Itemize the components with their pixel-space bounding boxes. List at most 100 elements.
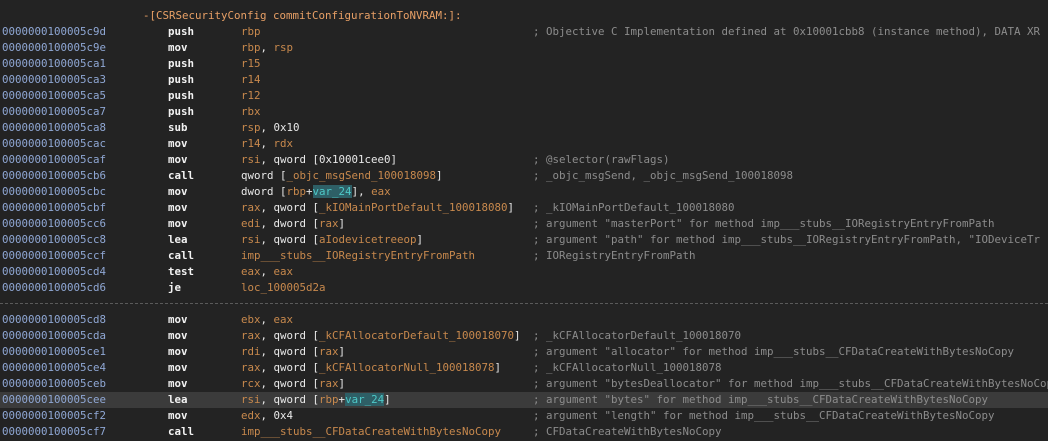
instruction-row[interactable]: 0000000100005ca5 push r12 bbox=[0, 88, 1048, 104]
operand-symbol-link[interactable]: aIodevicetreeop bbox=[319, 233, 417, 246]
operand-local-variable[interactable]: var_24 bbox=[312, 185, 352, 198]
instruction-address[interactable]: 0000000100005cc6 bbox=[2, 216, 106, 232]
instruction-row[interactable]: 0000000100005ce4 mov rax, qword [_kCFAlloc… bbox=[0, 360, 1048, 376]
operand-text: , qword [ bbox=[260, 201, 320, 214]
instruction-address[interactable]: 0000000100005cee bbox=[2, 392, 106, 408]
instruction-address[interactable]: 0000000100005cd4 bbox=[2, 264, 106, 280]
instruction-address[interactable]: 0000000100005ce4 bbox=[2, 360, 106, 376]
instruction-address[interactable]: 0000000100005cb6 bbox=[2, 168, 106, 184]
instruction-address[interactable]: 0000000100005ca7 bbox=[2, 104, 106, 120]
instruction-row[interactable]: 0000000100005ca1 push r15 bbox=[0, 56, 1048, 72]
instruction-mnemonic: mov bbox=[168, 153, 188, 166]
instruction-mnemonic: mov bbox=[168, 409, 188, 422]
instruction-address[interactable]: 0000000100005cbc bbox=[2, 184, 106, 200]
instruction-address[interactable]: 0000000100005ca3 bbox=[2, 72, 106, 88]
instruction-operands: ebx, eax bbox=[241, 312, 293, 328]
instruction-address[interactable]: 0000000100005c9e bbox=[2, 40, 106, 56]
instruction-mnemonic: mov bbox=[168, 185, 188, 198]
instruction-row-selected[interactable]: 0000000100005cee lea rsi, qword [rbp+var_2… bbox=[0, 392, 1048, 408]
instruction-address[interactable]: 0000000100005cc8 bbox=[2, 232, 106, 248]
operand-text: , qword [ bbox=[260, 345, 320, 358]
operand-symbol-link[interactable]: imp___stubs__IORegistryEntryFromPath bbox=[241, 249, 475, 262]
instruction-operands: dword [rbp+var_24], eax bbox=[241, 184, 391, 200]
instruction-row[interactable]: 0000000100005cd8 mov ebx, eax bbox=[0, 312, 1048, 328]
instruction-operands: rsi, qword [aIodevicetreeop] bbox=[241, 232, 423, 248]
instruction-row[interactable]: 0000000100005ca8 sub rsp, 0x10 bbox=[0, 120, 1048, 136]
instruction-address[interactable]: 0000000100005ccf bbox=[2, 248, 106, 264]
operand-text: , qword [ bbox=[260, 361, 320, 374]
instruction-row[interactable]: 0000000100005c9d push rbp ; Objective C Imp… bbox=[0, 24, 1048, 40]
instruction-address[interactable]: 0000000100005cbf bbox=[2, 200, 106, 216]
instruction-row[interactable]: 0000000100005ceb mov rcx, qword [rax] ; arg… bbox=[0, 376, 1048, 392]
instruction-comment: ; argument "bytes" for method imp___stub… bbox=[533, 393, 989, 406]
instruction-mnemonic: push bbox=[168, 89, 195, 102]
instruction-mnemonic: call bbox=[168, 249, 195, 262]
operand-text: ] bbox=[384, 393, 391, 406]
operand-register: r14 bbox=[241, 137, 261, 150]
instruction-operands: r14, rdx bbox=[241, 136, 293, 152]
instruction-address[interactable]: 0000000100005ca1 bbox=[2, 56, 106, 72]
function-header-label[interactable]: -[CSRSecurityConfig commitConfigurationT… bbox=[143, 8, 462, 24]
operand-register: eax bbox=[273, 265, 294, 278]
operand-register: rax bbox=[319, 217, 339, 230]
instruction-address[interactable]: 0000000100005c9d bbox=[2, 24, 106, 40]
instruction-mnemonic: mov bbox=[168, 361, 188, 374]
instruction-mnemonic: test bbox=[168, 265, 195, 278]
instruction-operands: rax, qword [_kCFAllocatorDefault_1000180… bbox=[241, 328, 521, 344]
instruction-comment: ; _kIOMainPortDefault_100018080 bbox=[533, 201, 735, 214]
instruction-operands: rsi, qword [0x10001cee0] bbox=[241, 152, 397, 168]
operand-symbol-link[interactable]: _kCFAllocatorNull_100018078 bbox=[319, 361, 495, 374]
instruction-row[interactable]: 0000000100005cc8 lea rsi, qword [aIodevice… bbox=[0, 232, 1048, 248]
instruction-row[interactable]: 0000000100005cc6 mov edi, dword [rax] ; arg… bbox=[0, 216, 1048, 232]
instruction-row[interactable]: 0000000100005ce1 mov rdi, qword [rax] ; arg… bbox=[0, 344, 1048, 360]
operand-register: rcx bbox=[241, 377, 261, 390]
instruction-address[interactable]: 0000000100005ceb bbox=[2, 376, 106, 392]
disassembly-view[interactable]: -[CSRSecurityConfig commitConfigurationT… bbox=[0, 0, 1048, 441]
instruction-address[interactable]: 0000000100005caf bbox=[2, 152, 106, 168]
operand-symbol-link[interactable]: _kCFAllocatorDefault_100018070 bbox=[319, 329, 514, 342]
instruction-row[interactable]: 0000000100005cf2 mov edx, 0x4 ; argument "l… bbox=[0, 408, 1048, 424]
instruction-address[interactable]: 0000000100005cd8 bbox=[2, 312, 106, 328]
instruction-row[interactable]: 0000000100005cbc mov dword [rbp+var_24], e… bbox=[0, 184, 1048, 200]
instruction-row[interactable]: 0000000100005cda mov rax, qword [_kCFAlloc… bbox=[0, 328, 1048, 344]
instruction-row[interactable]: 0000000100005cac mov r14, rdx bbox=[0, 136, 1048, 152]
operand-symbol-link[interactable]: imp___stubs__CFDataCreateWithBytesNoCopy bbox=[241, 425, 501, 438]
instruction-mnemonic: mov bbox=[168, 345, 188, 358]
instruction-operands: r12 bbox=[241, 88, 261, 104]
instruction-row[interactable]: 0000000100005ccf call imp___stubs__IORegis… bbox=[0, 248, 1048, 264]
instruction-address[interactable]: 0000000100005cf2 bbox=[2, 408, 106, 424]
operand-text: ] bbox=[338, 377, 346, 390]
operand-register: rdi bbox=[241, 345, 261, 358]
instruction-address[interactable]: 0000000100005cf7 bbox=[2, 424, 106, 440]
instruction-operands: r15 bbox=[241, 56, 261, 72]
operand-register: rsp bbox=[273, 41, 294, 54]
operand-text: , bbox=[260, 137, 274, 150]
operand-symbol-link[interactable]: loc_100005d2a bbox=[241, 281, 326, 294]
instruction-comment: ; argument "length" for method imp___stu… bbox=[533, 409, 995, 422]
operand-register: eax bbox=[371, 185, 391, 198]
operand-symbol-link[interactable]: _kIOMainPortDefault_100018080 bbox=[319, 201, 508, 214]
operand-text: ] bbox=[494, 361, 502, 374]
instruction-address[interactable]: 0000000100005cda bbox=[2, 328, 106, 344]
instruction-row[interactable]: 0000000100005cd4 test eax, eax bbox=[0, 264, 1048, 280]
instruction-address[interactable]: 0000000100005cd6 bbox=[2, 280, 106, 296]
instruction-row[interactable]: 0000000100005cd6 je loc_100005d2a bbox=[0, 280, 1048, 296]
instruction-row[interactable]: 0000000100005ca3 push r14 bbox=[0, 72, 1048, 88]
operand-text: , bbox=[260, 313, 274, 326]
instruction-address[interactable]: 0000000100005ce1 bbox=[2, 344, 106, 360]
instruction-mnemonic: mov bbox=[168, 329, 188, 342]
operand-symbol-link[interactable]: _objc_msgSend_100018098 bbox=[287, 169, 437, 182]
instruction-row[interactable]: 0000000100005cf7 call imp___stubs__CFDataC… bbox=[0, 424, 1048, 440]
instruction-address[interactable]: 0000000100005ca8 bbox=[2, 120, 106, 136]
instruction-row[interactable]: 0000000100005cb6 call qword [_objc_msgSend… bbox=[0, 168, 1048, 184]
instruction-row[interactable]: 0000000100005caf mov rsi, qword [0x10001ce… bbox=[0, 152, 1048, 168]
instruction-comment: ; _kCFAllocatorDefault_100018070 bbox=[533, 329, 742, 342]
instruction-row[interactable]: 0000000100005c9e mov rbp, rsp bbox=[0, 40, 1048, 56]
instruction-row[interactable]: 0000000100005ca7 push rbx bbox=[0, 104, 1048, 120]
instruction-row[interactable]: 0000000100005cbf mov rax, qword [_kIOMainP… bbox=[0, 200, 1048, 216]
operand-local-variable[interactable]: var_24 bbox=[345, 393, 385, 406]
instruction-comment: ; argument "bytesDeallocator" for method… bbox=[533, 377, 1048, 390]
instruction-operands: rbp bbox=[241, 24, 261, 40]
instruction-address[interactable]: 0000000100005ca5 bbox=[2, 88, 106, 104]
instruction-address[interactable]: 0000000100005cac bbox=[2, 136, 106, 152]
